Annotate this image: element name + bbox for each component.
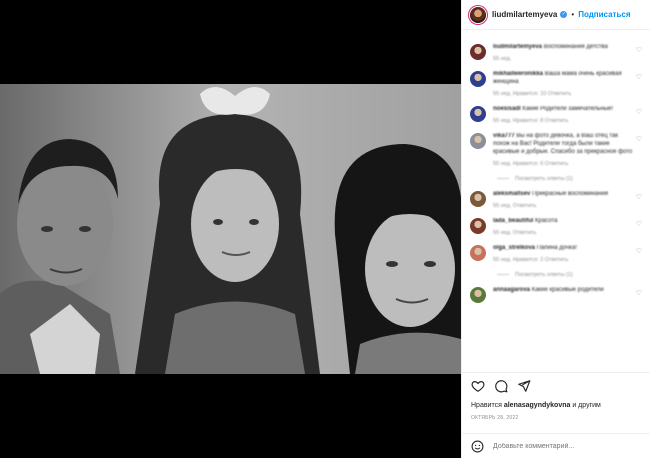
comment-like-icon[interactable]: ♡ [635,73,642,97]
comment-item: mikhailweronikka Ваша мама очень красива… [470,70,642,97]
comment-item: vika777 Вы на фото девочка, а Ваш отец т… [470,132,642,182]
comment-body: noesisadl Какие Родители замечательные! 5… [493,105,635,124]
comment-message: Красота [535,218,558,224]
comment-meta: 55 нед. Нравится: 2 Ответить [493,257,569,263]
comment-text: mikhailweronikka Ваша мама очень красива… [493,70,635,86]
commenter-avatar[interactable] [470,191,486,207]
verified-badge-icon: ✓ [560,11,568,18]
comment-text: aleksmaltsev Прекрасные воспоминания [493,190,635,198]
commenter-avatar[interactable] [470,106,486,122]
comment-like-icon[interactable]: ♡ [635,220,642,236]
commenter-avatar[interactable] [470,71,486,87]
comment-item: aleksmaltsev Прекрасные воспоминания 55 н… [470,190,642,209]
commenter-username[interactable]: annaagarova [493,287,530,293]
commenter-username[interactable]: liudmilartemyeva [493,44,542,50]
likes-user[interactable]: alenasagyndykovna [504,402,571,409]
commenter-username[interactable]: olga_strelkova [493,245,535,251]
comment-message: Папина дочка! [536,245,577,251]
comment-meta: 55 нед. Ответить [493,203,537,209]
comment-body: mikhailweronikka Ваша мама очень красива… [493,70,635,97]
post-sidebar: liudmilartemyeva ✓ • Подписаться liudmil… [461,0,650,458]
comment-item: olga_strelkova Папина дочка! 55 нед. Нрав… [470,244,642,278]
comment-body: lada_beautiful Красота 55 нед. Ответить [493,217,635,236]
comment-text: olga_strelkova Папина дочка! [493,244,635,252]
author-avatar[interactable] [470,6,486,23]
instagram-post-viewer: liudmilartemyeva ✓ • Подписаться liudmil… [0,0,650,458]
comment-like-icon[interactable]: ♡ [635,193,642,209]
commenter-username[interactable]: mikhailweronikka [493,71,543,77]
comment-like-icon[interactable]: ♡ [635,289,642,303]
commenter-avatar[interactable] [470,133,486,149]
comment-message: Какие красивые родители [531,287,604,293]
comment-meta: 55 нед. Нравится: 8 Ответить [493,118,569,124]
post-header: liudmilartemyeva ✓ • Подписаться [462,0,650,30]
comment-text: vika777 Вы на фото девочка, а Ваш отец т… [493,132,635,156]
comment-meta: 55 нед. Ответить [493,230,537,236]
post-actions [462,372,650,398]
comment-meta: 55 нед. Нравится: 10 Ответить [493,91,572,97]
commenter-username[interactable]: lada_beautiful [493,218,533,224]
post-photo[interactable] [0,84,461,374]
likes-prefix: Нравится [471,402,502,409]
view-replies-link[interactable]: Посмотреть ответы (1) [497,176,635,182]
comment-like-icon[interactable]: ♡ [635,135,642,182]
likes-suffix[interactable]: и другим [572,402,601,409]
comment-body: vika777 Вы на фото девочка, а Ваш отец т… [493,132,635,182]
follow-button[interactable]: Подписаться [578,10,630,19]
comment-body: liudmilartemyeva Воспоминания детства 55 … [493,43,635,62]
comment-body: olga_strelkova Папина дочка! 55 нед. Нрав… [493,244,635,278]
post-date: ОКТЯБРЬ 28, 2022 [471,415,519,421]
comments-list[interactable]: liudmilartemyeva Воспоминания детства 55 … [462,31,650,369]
commenter-avatar[interactable] [470,44,486,60]
add-comment-bar [462,433,650,458]
post-media [0,0,461,458]
comment-message: Прекрасные воспоминания [532,191,609,197]
comment-text: lada_beautiful Красота [493,217,635,225]
comment-text: noesisadl Какие Родители замечательные! [493,105,635,113]
author-username[interactable]: liudmilartemyeva [492,10,557,19]
comment-text: annaagarova Какие красивые родители [493,286,635,294]
comment-icon[interactable] [494,379,508,393]
header-separator: • [571,10,575,19]
commenter-username[interactable]: aleksmaltsev [493,191,530,197]
comment-like-icon[interactable]: ♡ [635,46,642,62]
view-replies-link[interactable]: Посмотреть ответы (1) [497,272,635,278]
commenter-avatar[interactable] [470,218,486,234]
comment-item: liudmilartemyeva Воспоминания детства 55 … [470,43,642,62]
commenter-avatar[interactable] [470,245,486,261]
likes-summary: Нравится alenasagyndykovna и другим [471,402,601,409]
heart-icon[interactable] [471,379,485,393]
comment-body: annaagarova Какие красивые родители [493,286,635,303]
comment-meta: 55 нед. Нравится: 6 Ответить [493,161,569,167]
commenter-avatar[interactable] [470,287,486,303]
comment-body: aleksmaltsev Прекрасные воспоминания 55 н… [493,190,635,209]
add-comment-input[interactable] [493,442,633,450]
comment-message: Какие Родители замечательные! [522,106,614,112]
emoji-icon[interactable] [471,440,484,453]
comment-item: noesisadl Какие Родители замечательные! 5… [470,105,642,124]
comment-like-icon[interactable]: ♡ [635,247,642,278]
comment-item: annaagarova Какие красивые родители ♡ [470,286,642,303]
share-icon[interactable] [517,379,531,393]
comment-text: liudmilartemyeva Воспоминания детства [493,43,635,51]
family-photo-image [0,84,461,374]
comment-message: Воспоминания детства [543,44,608,50]
comment-item: lada_beautiful Красота 55 нед. Ответить ♡ [470,217,642,236]
commenter-username[interactable]: noesisadl [493,106,521,112]
commenter-username[interactable]: vika777 [493,133,515,139]
comment-like-icon[interactable]: ♡ [635,108,642,124]
comment-meta: 55 нед. [493,56,512,62]
